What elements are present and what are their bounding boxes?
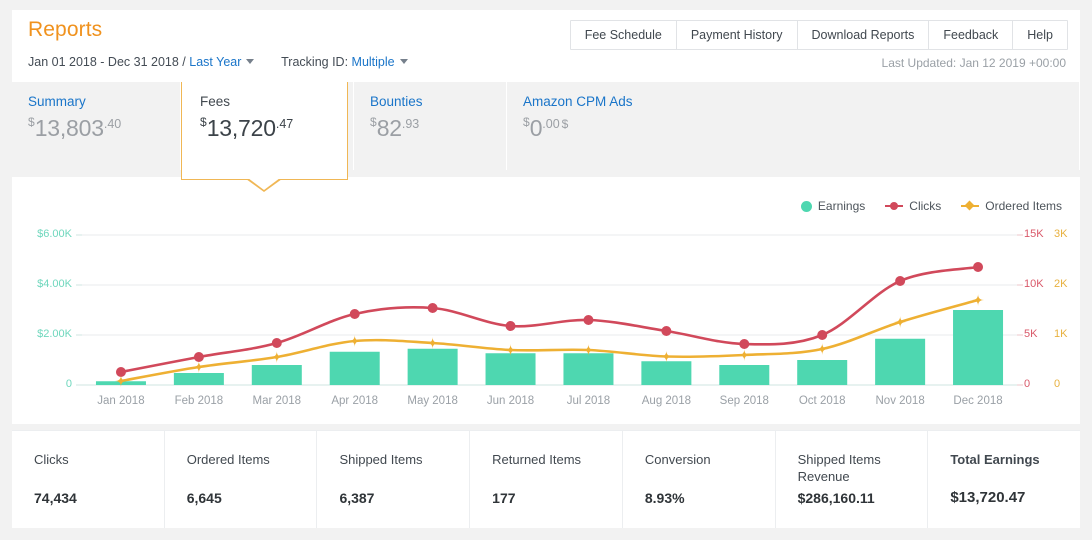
x-axis-tick: Apr 2018 bbox=[310, 395, 400, 407]
stat-cell: Total Earnings $13,720.47 bbox=[928, 431, 1080, 528]
y-axis-tick-clicks: 0 bbox=[1024, 378, 1030, 390]
stat-label: Clicks bbox=[34, 451, 129, 468]
x-axis-tick: Mar 2018 bbox=[232, 395, 322, 407]
tab-pointer-fill-icon bbox=[248, 178, 280, 190]
stat-value: 6,387 bbox=[339, 490, 374, 506]
y-axis-tick-earnings: 0 bbox=[18, 378, 72, 390]
stat-label: Shipped Items bbox=[339, 451, 434, 468]
tracking-id-value[interactable]: Multiple bbox=[352, 55, 395, 69]
stat-cell: Ordered Items 6,645 bbox=[165, 431, 318, 528]
nav-payment-history[interactable]: Payment History bbox=[677, 21, 798, 49]
page-header: Reports Jan 01 2018 - Dec 31 2018 / Last… bbox=[12, 10, 1080, 82]
stat-cell: Shipped Items Revenue $286,160.11 bbox=[776, 431, 929, 528]
tracking-id-label: Tracking ID: bbox=[281, 55, 348, 69]
y-axis-tick-ordered-items: 1K bbox=[1054, 328, 1067, 340]
stat-label: Ordered Items bbox=[187, 451, 282, 468]
x-axis-tick: May 2018 bbox=[388, 395, 478, 407]
x-axis-tick: Jul 2018 bbox=[543, 395, 633, 407]
stat-cell: Conversion 8.93% bbox=[623, 431, 776, 528]
stat-cell: Returned Items 177 bbox=[470, 431, 623, 528]
stats-table: Clicks 74,434 Ordered Items 6,645 Shipped It… bbox=[12, 430, 1080, 528]
stat-label: Conversion bbox=[645, 451, 740, 468]
chevron-down-icon[interactable] bbox=[246, 59, 254, 64]
tab-label: Summary bbox=[28, 94, 164, 109]
tab-amount: $13,803.40 bbox=[28, 116, 164, 140]
stat-cell: Shipped Items 6,387 bbox=[317, 431, 470, 528]
x-axis-tick: Aug 2018 bbox=[621, 395, 711, 407]
tab-amount: $13,720.47 bbox=[200, 116, 331, 140]
stat-value: $286,160.11 bbox=[798, 490, 875, 506]
y-axis-tick-earnings: $4.00K bbox=[18, 278, 72, 290]
tab-bounties[interactable]: Bounties $82.93 bbox=[354, 82, 507, 170]
y-axis-tick-clicks: 15K bbox=[1024, 228, 1044, 240]
stat-value: $13,720.47 bbox=[950, 489, 1025, 506]
page-title: Reports bbox=[28, 18, 102, 42]
y-axis-tick-earnings: $6.00K bbox=[18, 228, 72, 240]
y-axis-tick-clicks: 5K bbox=[1024, 328, 1037, 340]
combo-chart: 0 $2.00K $4.00K $6.00K 0 5K 10K 15K 0 1K 2K 3K Jan 2… bbox=[12, 177, 1080, 424]
x-axis-tick: Sep 2018 bbox=[699, 395, 789, 407]
tab-fees[interactable]: Fees $13,720.47 bbox=[181, 82, 348, 180]
chart-panel: Earnings Clicks Ordered Items 0$2.00K$4.… bbox=[12, 177, 1080, 424]
filter-bar: Jan 01 2018 - Dec 31 2018 / Last Year Tr… bbox=[28, 55, 410, 69]
tab-amount: $0.00$ bbox=[523, 116, 1063, 140]
tab-label: Amazon CPM Ads bbox=[523, 94, 1063, 109]
y-axis-tick-earnings: $2.00K bbox=[18, 328, 72, 340]
stat-value: 177 bbox=[492, 490, 515, 506]
x-axis-tick: Feb 2018 bbox=[154, 395, 244, 407]
stat-label: Returned Items bbox=[492, 451, 587, 468]
tab-amount: $82.93 bbox=[370, 116, 490, 140]
x-axis-tick: Jan 2018 bbox=[76, 395, 166, 407]
stat-value: 6,645 bbox=[187, 490, 222, 506]
stat-cell: Clicks 74,434 bbox=[12, 431, 165, 528]
header-nav: Fee Schedule Payment History Download Re… bbox=[570, 20, 1068, 50]
x-axis-tick: Oct 2018 bbox=[777, 395, 867, 407]
last-updated: Last Updated: Jan 12 2019 +00:00 bbox=[882, 56, 1066, 70]
summary-tabs: Summary $13,803.40 Bounties $82.93 Amazo… bbox=[12, 82, 1080, 170]
stat-value: 74,434 bbox=[34, 490, 77, 506]
date-range-preset[interactable]: Last Year bbox=[189, 55, 241, 69]
reports-page: Reports Jan 01 2018 - Dec 31 2018 / Last… bbox=[0, 0, 1092, 540]
y-axis-tick-ordered-items: 3K bbox=[1054, 228, 1067, 240]
nav-help[interactable]: Help bbox=[1013, 21, 1067, 49]
chart-canvas bbox=[12, 177, 1080, 424]
nav-fee-schedule[interactable]: Fee Schedule bbox=[571, 21, 677, 49]
x-axis-tick: Nov 2018 bbox=[855, 395, 945, 407]
tab-amazon-cpm-ads[interactable]: Amazon CPM Ads $0.00$ bbox=[507, 82, 1080, 170]
chevron-down-icon[interactable] bbox=[400, 59, 408, 64]
y-axis-tick-ordered-items: 0 bbox=[1054, 378, 1060, 390]
x-axis-tick: Jun 2018 bbox=[466, 395, 556, 407]
tab-label: Bounties bbox=[370, 94, 490, 109]
y-axis-tick-clicks: 10K bbox=[1024, 278, 1044, 290]
tab-label: Fees bbox=[200, 94, 331, 109]
y-axis-tick-ordered-items: 2K bbox=[1054, 278, 1067, 290]
stat-label: Total Earnings bbox=[950, 451, 1045, 468]
nav-download-reports[interactable]: Download Reports bbox=[798, 21, 930, 49]
tab-summary[interactable]: Summary $13,803.40 bbox=[12, 82, 181, 170]
stat-value: 8.93% bbox=[645, 490, 685, 506]
date-range-text: Jan 01 2018 - Dec 31 2018 / bbox=[28, 55, 186, 69]
x-axis-tick: Dec 2018 bbox=[933, 395, 1023, 407]
stat-label: Shipped Items Revenue bbox=[798, 451, 893, 485]
nav-feedback[interactable]: Feedback bbox=[929, 21, 1013, 49]
